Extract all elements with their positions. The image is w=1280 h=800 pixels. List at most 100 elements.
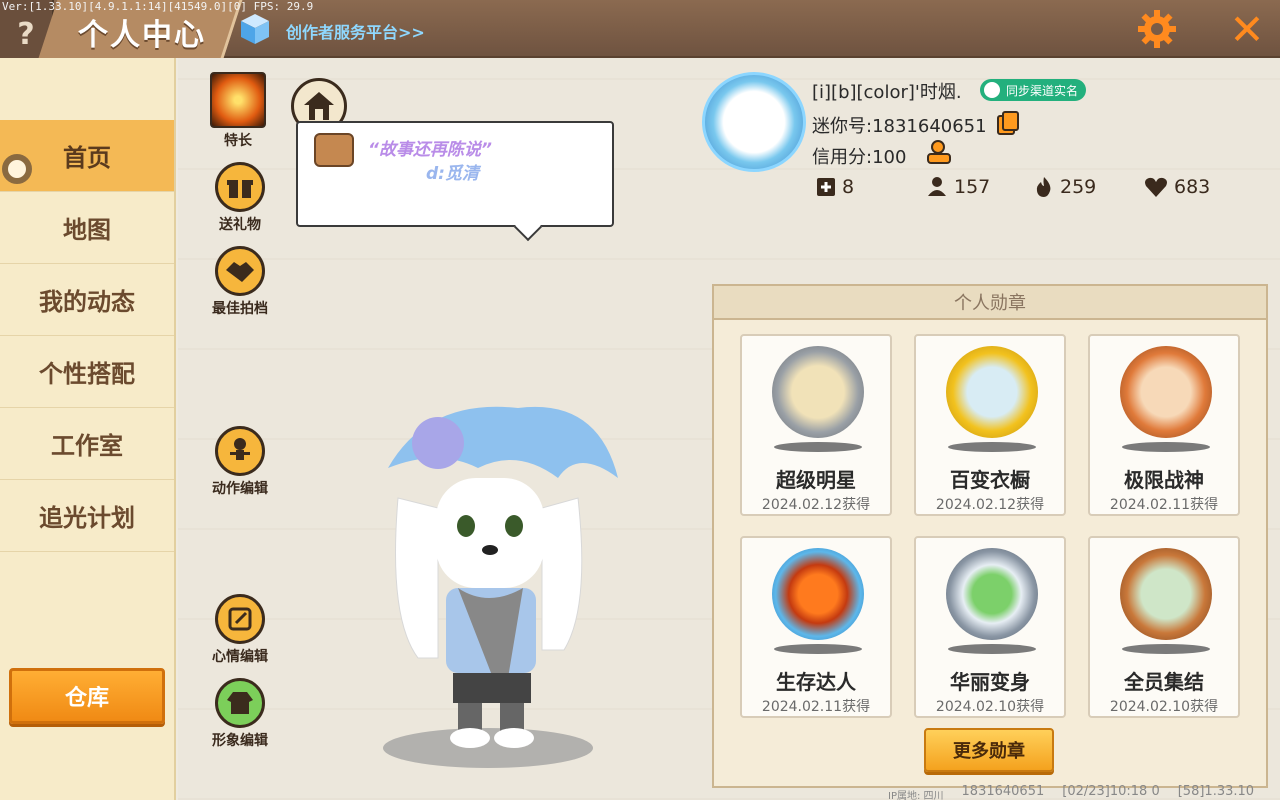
floating-joystick[interactable] (2, 154, 32, 184)
creator-platform-link[interactable]: 创作者服务平台>> (286, 19, 425, 43)
medal-card[interactable]: 极限战神 2024.02.11获得 (1088, 334, 1240, 516)
signature-bubble[interactable]: “故事还再陈说” d:觅清 (296, 121, 614, 227)
stat-value: 259 (1060, 176, 1097, 198)
stat-likes[interactable]: 683 (1144, 174, 1210, 200)
assemble-medal-icon (1120, 548, 1212, 640)
page-title: 个人中心 (78, 18, 206, 53)
nav-item-studio[interactable]: 工作室 (0, 408, 174, 480)
sync-badge-label: 同步渠道实名 (1006, 83, 1079, 98)
flame-icon (1036, 177, 1051, 197)
left-nav: 首页 地图 我的动态 个性搭配 工作室 追光计划 仓库 (0, 58, 176, 800)
gift-button[interactable]: 送礼物 (200, 162, 280, 234)
mood-edit-label: 心情编辑 (212, 649, 268, 665)
partner-label: 最佳拍档 (212, 301, 268, 317)
edit-pencil-icon (215, 594, 265, 644)
pose-figure-icon (215, 426, 265, 476)
wardrobe-medal-icon (946, 346, 1038, 438)
warehouse-button[interactable]: 仓库 (9, 668, 165, 724)
flame-warrior-icon (210, 72, 266, 128)
nav-item-outfit[interactable]: 个性搭配 (0, 336, 174, 408)
handshake-icon (215, 246, 265, 296)
medal-date: 2024.02.11获得 (761, 699, 871, 715)
medal-card[interactable]: 华丽变身 2024.02.10获得 (914, 536, 1066, 718)
footer-uid: 1831640651 (961, 784, 1045, 799)
image-edit-button[interactable]: 形象编辑 (200, 678, 280, 750)
medal-pedestal (1122, 644, 1210, 654)
medal-pedestal (774, 442, 862, 452)
medal-name: 全员集结 (1124, 670, 1204, 694)
gear-icon (1138, 10, 1176, 48)
campfire-medal-icon (772, 548, 864, 640)
nav-label: 地图 (63, 216, 111, 244)
house-icon (304, 92, 334, 120)
medal-pedestal (774, 644, 862, 654)
mood-edit-button[interactable]: 心情编辑 (200, 594, 280, 666)
main-area: 特长 送礼物 最佳拍档 动作编辑 心情编辑 形象编辑 “故事还再陈说” d:觅清… (178, 58, 1280, 800)
medal-card[interactable]: 百变衣橱 2024.02.12获得 (914, 334, 1066, 516)
medal-panel: 个人勋章 超级明星 2024.02.12获得 百变衣橱 2024.02.12获得… (712, 284, 1268, 788)
help-icon: ? (17, 16, 35, 52)
mini-id-text: 迷你号:1831640651 (812, 116, 987, 137)
outfit-icon (215, 678, 265, 728)
signature-quote: “故事还再陈说” (368, 140, 492, 160)
credit-score-text: 信用分:100 (812, 147, 907, 168)
stat-fans[interactable]: 157 (926, 174, 990, 200)
nav-label: 追光计划 (39, 504, 135, 532)
medal-date: 2024.02.12获得 (935, 497, 1045, 513)
settings-button[interactable] (1134, 6, 1180, 52)
medal-card[interactable]: 全员集结 2024.02.10获得 (1088, 536, 1240, 718)
footer-build: [58]1.33.10 (1177, 784, 1255, 799)
profile-avatar[interactable] (702, 72, 806, 172)
best-partner-button[interactable]: 最佳拍档 (200, 246, 280, 318)
player-avatar-model[interactable] (328, 388, 648, 778)
medal-panel-title: 个人勋章 (714, 286, 1266, 320)
specialty-label: 特长 (224, 133, 252, 149)
credit-person-icon[interactable] (926, 139, 952, 165)
medal-name: 生存达人 (776, 670, 856, 694)
stat-friends[interactable]: 8 (816, 174, 854, 200)
medal-card[interactable]: 超级明星 2024.02.12获得 (740, 334, 892, 516)
stat-value: 8 (842, 176, 855, 198)
ip-location[interactable]: IP属地: 四川 (888, 787, 944, 800)
nav-item-light-plan[interactable]: 追光计划 (0, 480, 174, 552)
stat-value: 157 (954, 176, 991, 198)
nav-label: 我的动态 (39, 288, 135, 316)
superstar-medal-icon (772, 346, 864, 438)
close-icon: ✕ (1229, 4, 1265, 54)
copy-icon[interactable] (996, 110, 1020, 136)
nav-item-map[interactable]: 地图 (0, 192, 174, 264)
medal-date: 2024.02.12获得 (761, 497, 871, 513)
top-bar: ? 个人中心 Ver:[1.33.10][4.9.1.1:14][41549.0… (0, 0, 1280, 58)
medal-date: 2024.02.11获得 (1109, 497, 1219, 513)
action-edit-label: 动作编辑 (212, 481, 268, 497)
plus-square-icon (817, 178, 835, 196)
footer-info: IP属地: 四川 1831640651 [02/23]10:18 0 [58]1… (888, 784, 1254, 800)
bear-avatar-icon (314, 133, 354, 167)
cube-icon[interactable] (238, 12, 272, 46)
sync-realname-badge[interactable]: 同步渠道实名 (980, 79, 1087, 101)
specialty-button[interactable]: 特长 (198, 72, 278, 150)
person-check-icon (984, 82, 1000, 98)
signature-author: d:觅清 (426, 164, 479, 184)
medal-pedestal (948, 644, 1036, 654)
heart-icon (1145, 177, 1167, 197)
medal-card[interactable]: 生存达人 2024.02.11获得 (740, 536, 892, 718)
nav-label: 首页 (63, 144, 111, 172)
stat-heat[interactable]: 259 (1034, 174, 1096, 200)
image-edit-label: 形象编辑 (212, 733, 268, 749)
medal-name: 华丽变身 (950, 670, 1030, 694)
nav-item-home[interactable]: 首页 (0, 120, 174, 192)
footer-time: [02/23]10:18 0 (1062, 784, 1160, 799)
close-button[interactable]: ✕ (1222, 4, 1272, 54)
gift-label: 送礼物 (219, 217, 261, 233)
boss-medal-icon (1120, 346, 1212, 438)
action-edit-button[interactable]: 动作编辑 (200, 426, 280, 498)
nav-item-my-feed[interactable]: 我的动态 (0, 264, 174, 336)
fans-person-icon (928, 177, 946, 196)
medal-name: 极限战神 (1124, 468, 1204, 492)
stat-value: 683 (1174, 176, 1211, 198)
medal-date: 2024.02.10获得 (1109, 699, 1219, 715)
medal-name: 百变衣橱 (950, 468, 1030, 492)
nav-label: 工作室 (51, 432, 123, 460)
more-medals-button[interactable]: 更多勋章 (924, 728, 1054, 772)
